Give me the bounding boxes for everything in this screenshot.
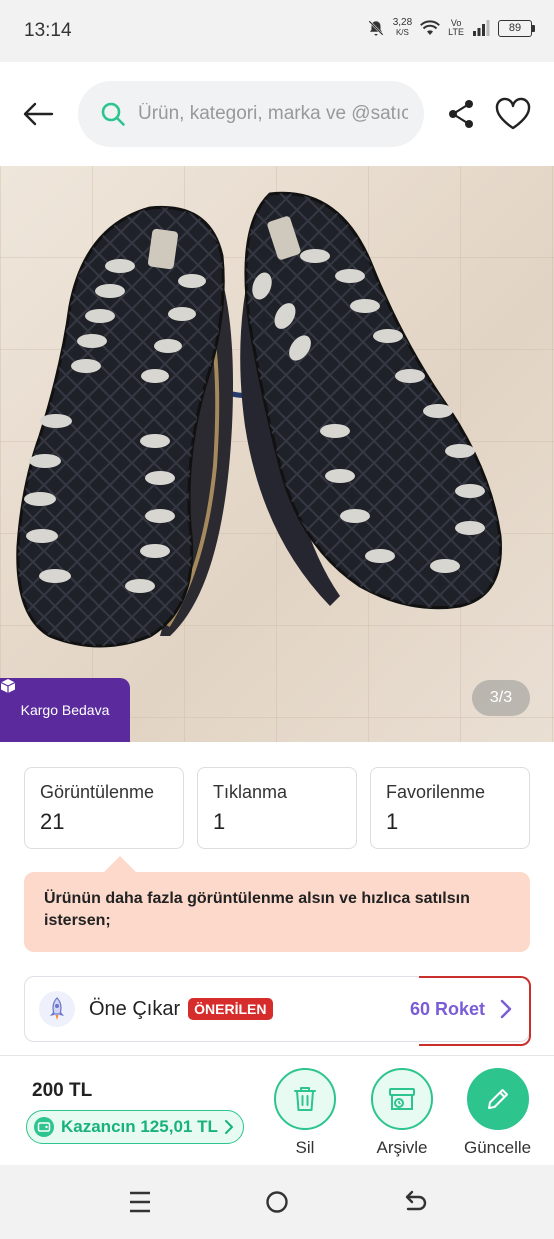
stat-views: Görüntülenme 21 bbox=[24, 767, 184, 849]
volte-indicator: Vo LTE bbox=[448, 18, 464, 37]
search-icon bbox=[101, 102, 125, 126]
home-icon[interactable] bbox=[263, 1189, 291, 1215]
search-input[interactable] bbox=[138, 103, 408, 125]
pencil-icon bbox=[487, 1089, 508, 1109]
net-speed: 3,28 K/S bbox=[392, 17, 413, 38]
listing-price: 200 TL bbox=[32, 1080, 93, 1101]
back-arrow-icon[interactable] bbox=[20, 96, 56, 132]
chevron-right-icon bbox=[224, 1120, 233, 1134]
boost-tip: Ürünün daha fazla görüntülenme alsın ve … bbox=[24, 856, 530, 952]
update-circle[interactable] bbox=[466, 1068, 529, 1130]
stat-label: Tıklanma bbox=[213, 782, 288, 802]
search-bar[interactable] bbox=[78, 81, 424, 147]
stat-clicks: Tıklanma 1 bbox=[197, 767, 357, 849]
share-icon[interactable] bbox=[446, 98, 476, 130]
stats-row: Görüntülenme 21 Tıklanma 1 Favorilenme 1 bbox=[24, 767, 530, 849]
delete-button[interactable]: Sil bbox=[274, 1068, 336, 1158]
delete-circle[interactable] bbox=[274, 1068, 336, 1130]
recommended-badge: ÖNERİLEN bbox=[188, 998, 273, 1020]
bell-off-icon bbox=[368, 20, 384, 36]
stat-value: 1 bbox=[386, 809, 399, 834]
product-image[interactable]: Kargo Bedava 3/3 bbox=[0, 166, 554, 742]
boost-title: Öne Çıkar bbox=[89, 997, 181, 1020]
archive-button[interactable]: Arşivle bbox=[371, 1068, 433, 1158]
battery-indicator: 89 bbox=[498, 19, 535, 37]
status-bar: 13:14 3,28 K/S Vo LTE 89 bbox=[0, 0, 554, 62]
bottom-action-bar: 200 TL Kazancın 125,01 TL Sil Arşivle Gü… bbox=[0, 1055, 554, 1165]
stat-label: Favorilenme bbox=[386, 782, 486, 802]
stat-favorites: Favorilenme 1 bbox=[370, 767, 530, 849]
free-shipping-badge: Kargo Bedava bbox=[0, 678, 130, 742]
box-icon bbox=[0, 679, 16, 693]
system-nav-bar bbox=[0, 1165, 554, 1239]
earnings-pill[interactable]: Kazancın 125,01 TL bbox=[26, 1110, 244, 1144]
wallet-icon bbox=[34, 1117, 54, 1137]
trash-icon bbox=[294, 1087, 316, 1111]
delete-label: Sil bbox=[295, 1138, 315, 1157]
heart-icon[interactable] bbox=[494, 97, 532, 131]
update-label: Güncelle bbox=[464, 1138, 532, 1157]
back-nav-icon[interactable] bbox=[400, 1189, 428, 1215]
status-icons: 3,28 K/S Vo LTE 89 bbox=[367, 17, 535, 38]
boost-price: 60 Roket bbox=[409, 998, 485, 1019]
chevron-right-icon bbox=[500, 999, 512, 1019]
image-counter: 3/3 bbox=[472, 680, 530, 716]
boost-option[interactable]: Öne Çıkar ÖNERİLEN 60 Roket bbox=[24, 975, 531, 1046]
rocket-icon bbox=[50, 997, 64, 1020]
shoe-soles-photo bbox=[16, 191, 502, 648]
update-button[interactable]: Güncelle bbox=[464, 1068, 531, 1158]
recent-apps-icon[interactable] bbox=[126, 1189, 154, 1215]
signal-icon bbox=[473, 20, 490, 36]
archive-circle[interactable] bbox=[371, 1068, 433, 1130]
stat-value: 1 bbox=[213, 809, 226, 834]
earnings-text: Kazancın 125,01 TL bbox=[61, 1117, 218, 1136]
archive-label: Arşivle bbox=[376, 1138, 428, 1157]
status-time: 13:14 bbox=[24, 20, 72, 41]
stat-label: Görüntülenme bbox=[40, 782, 155, 802]
header bbox=[0, 62, 554, 166]
wifi-icon bbox=[420, 20, 441, 35]
free-shipping-label: Kargo Bedava bbox=[20, 702, 110, 718]
rocket-icon-wrap bbox=[39, 991, 75, 1027]
archive-icon bbox=[389, 1088, 415, 1110]
stat-value: 21 bbox=[40, 809, 65, 834]
listing-content: Görüntülenme 21 Tıklanma 1 Favorilenme 1… bbox=[0, 742, 554, 1055]
